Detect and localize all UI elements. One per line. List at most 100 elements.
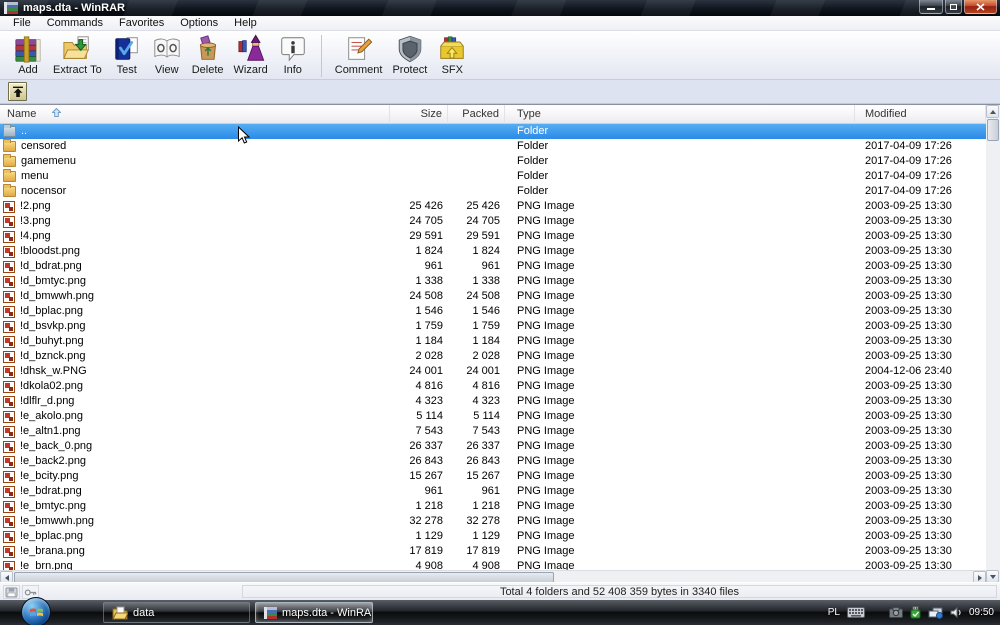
winrar-app-icon[interactable]	[4, 2, 18, 14]
file-modified	[865, 124, 985, 139]
file-name: !e_back_0.png	[20, 439, 92, 454]
language-indicator[interactable]: PL	[828, 607, 840, 618]
file-name: !e_bplac.png	[20, 529, 83, 544]
file-icon	[3, 561, 15, 571]
table-row[interactable]: !d_buhyt.png 1 184 1 184 PNG Image 2003-…	[0, 334, 986, 349]
file-packed: 1 129	[446, 529, 500, 544]
sfx-button[interactable]: SFX	[432, 33, 472, 76]
file-type: PNG Image	[517, 484, 847, 499]
file-type: PNG Image	[517, 379, 847, 394]
file-size: 1 824	[390, 244, 443, 259]
up-directory-button[interactable]	[8, 82, 27, 101]
table-row[interactable]: !2.png 25 426 25 426 PNG Image 2003-09-2…	[0, 199, 986, 214]
table-row[interactable]: !d_bmwwh.png 24 508 24 508 PNG Image 200…	[0, 289, 986, 304]
file-modified: 2003-09-25 13:30	[865, 289, 985, 304]
camera-tray-icon[interactable]	[889, 607, 903, 618]
taskbar-button-data[interactable]: data	[103, 602, 250, 623]
close-button[interactable]	[964, 0, 997, 14]
vertical-scrollbar-thumb[interactable]	[987, 119, 999, 141]
table-row[interactable]: !e_altn1.png 7 543 7 543 PNG Image 2003-…	[0, 424, 986, 439]
file-modified: 2003-09-25 13:30	[865, 499, 985, 514]
file-icon	[3, 186, 16, 197]
table-row[interactable]: !e_back_0.png 26 337 26 337 PNG Image 20…	[0, 439, 986, 454]
file-name: !e_brn.png	[20, 559, 73, 570]
add-button[interactable]: Add	[8, 33, 48, 76]
table-row[interactable]: !d_bplac.png 1 546 1 546 PNG Image 2003-…	[0, 304, 986, 319]
start-button[interactable]	[21, 597, 51, 625]
file-modified: 2017-04-09 17:26	[865, 169, 985, 184]
file-size	[390, 169, 443, 184]
column-header-size[interactable]: Size	[390, 105, 448, 124]
table-row[interactable]: !dkola02.png 4 816 4 816 PNG Image 2003-…	[0, 379, 986, 394]
table-row[interactable]: !dhsk_w.PNG 24 001 24 001 PNG Image 2004…	[0, 364, 986, 379]
table-row[interactable]: !bloodst.png 1 824 1 824 PNG Image 2003-…	[0, 244, 986, 259]
table-row[interactable]: !e_bplac.png 1 129 1 129 PNG Image 2003-…	[0, 529, 986, 544]
table-row[interactable]: !3.png 24 705 24 705 PNG Image 2003-09-2…	[0, 214, 986, 229]
table-row[interactable]: .. Folder	[0, 124, 986, 139]
column-header-modified[interactable]: Modified	[855, 105, 986, 124]
file-type: PNG Image	[517, 319, 847, 334]
table-row[interactable]: !e_bdrat.png 961 961 PNG Image 2003-09-2…	[0, 484, 986, 499]
table-row[interactable]: nocensor Folder 2017-04-09 17:26	[0, 184, 986, 199]
file-packed: 1 218	[446, 499, 500, 514]
table-row[interactable]: menu Folder 2017-04-09 17:26	[0, 169, 986, 184]
keyboard-icon[interactable]	[847, 607, 865, 618]
menu-item[interactable]: File	[5, 16, 39, 30]
clock[interactable]: 09:50	[969, 607, 994, 618]
volume-icon[interactable]	[950, 607, 962, 618]
table-row[interactable]: !e_bmtyc.png 1 218 1 218 PNG Image 2003-…	[0, 499, 986, 514]
column-header-name[interactable]: Name	[0, 105, 390, 124]
scroll-up-button[interactable]	[986, 105, 999, 118]
table-row[interactable]: !e_brana.png 17 819 17 819 PNG Image 200…	[0, 544, 986, 559]
column-header-packed[interactable]: Packed	[448, 105, 505, 124]
view-button[interactable]: View	[147, 33, 187, 76]
file-icon	[3, 261, 15, 273]
file-icon	[3, 546, 15, 558]
restore-icon	[950, 4, 957, 10]
file-type: PNG Image	[517, 424, 847, 439]
wizard-button[interactable]: Wizard	[229, 33, 273, 76]
table-row[interactable]: !dlflr_d.png 4 323 4 323 PNG Image 2003-…	[0, 394, 986, 409]
table-row[interactable]: !d_bdrat.png 961 961 PNG Image 2003-09-2…	[0, 259, 986, 274]
file-type: PNG Image	[517, 244, 847, 259]
minimize-button[interactable]	[919, 0, 943, 14]
menu-item[interactable]: Help	[226, 16, 265, 30]
restore-button[interactable]	[945, 0, 962, 14]
file-icon	[3, 201, 15, 213]
file-packed: 26 843	[446, 454, 500, 469]
extract-to-button[interactable]: Extract To	[48, 33, 107, 76]
table-row[interactable]: !4.png 29 591 29 591 PNG Image 2003-09-2…	[0, 229, 986, 244]
file-type: PNG Image	[517, 439, 847, 454]
table-row[interactable]: !e_akolo.png 5 114 5 114 PNG Image 2003-…	[0, 409, 986, 424]
table-row[interactable]: !d_bznck.png 2 028 2 028 PNG Image 2003-…	[0, 349, 986, 364]
file-size: 26 337	[390, 439, 443, 454]
menu-item[interactable]: Commands	[39, 16, 111, 30]
menu-item[interactable]: Favorites	[111, 16, 172, 30]
file-size	[390, 154, 443, 169]
table-row[interactable]: !e_bmwwh.png 32 278 32 278 PNG Image 200…	[0, 514, 986, 529]
file-icon	[3, 501, 15, 513]
delete-button[interactable]: Delete	[187, 33, 229, 76]
table-row[interactable]: !d_bsvkp.png 1 759 1 759 PNG Image 2003-…	[0, 319, 986, 334]
file-size: 961	[390, 259, 443, 274]
vertical-scrollbar[interactable]	[986, 105, 1000, 583]
column-header-type[interactable]: Type	[505, 105, 855, 124]
comment-button[interactable]: Comment	[330, 33, 388, 76]
table-row[interactable]: !e_brn.png 4 908 4 908 PNG Image 2003-09…	[0, 559, 986, 570]
table-row[interactable]: !e_bcity.png 15 267 15 267 PNG Image 200…	[0, 469, 986, 484]
safely-remove-hardware-icon[interactable]	[910, 606, 921, 619]
table-row[interactable]: censored Folder 2017-04-09 17:26	[0, 139, 986, 154]
table-row[interactable]: gamemenu Folder 2017-04-09 17:26	[0, 154, 986, 169]
table-row[interactable]: !e_back2.png 26 843 26 843 PNG Image 200…	[0, 454, 986, 469]
file-packed: 24 508	[446, 289, 500, 304]
info-button[interactable]: Info	[273, 33, 313, 76]
menu-item[interactable]: Options	[172, 16, 226, 30]
info-icon	[278, 34, 308, 64]
table-row[interactable]: !d_bmtyc.png 1 338 1 338 PNG Image 2003-…	[0, 274, 986, 289]
test-button[interactable]: Test	[107, 33, 147, 76]
file-icon	[3, 246, 15, 258]
protect-button[interactable]: Protect	[387, 33, 432, 76]
file-name: !d_bplac.png	[20, 304, 83, 319]
taskbar-button-winrar[interactable]: maps.dta - WinRAR	[255, 602, 373, 623]
network-icon[interactable]	[928, 607, 943, 619]
